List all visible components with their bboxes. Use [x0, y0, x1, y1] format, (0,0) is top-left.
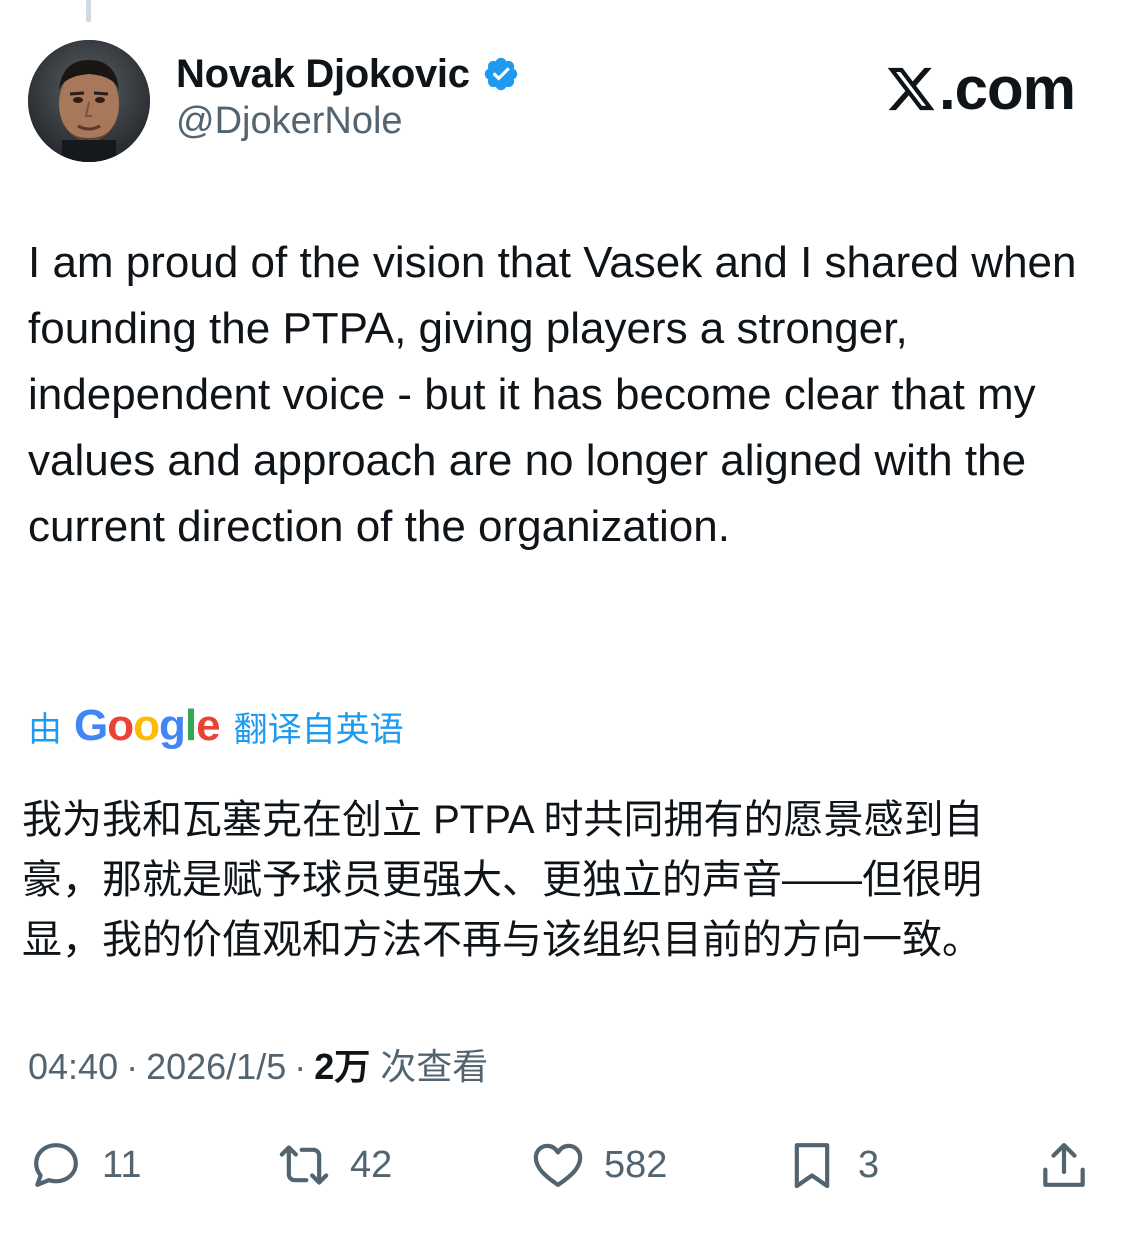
verified-badge-icon: [484, 57, 517, 91]
author-name-row: Novak Djokovic: [176, 48, 520, 100]
reply-icon: [34, 1143, 78, 1187]
reply-button[interactable]: 11: [28, 1130, 141, 1200]
author-display-name[interactable]: Novak Djokovic: [176, 52, 470, 97]
action-bar: 11 42 582 3: [0, 1130, 1125, 1200]
post-date[interactable]: 2026/1/5: [146, 1046, 286, 1088]
author-handle[interactable]: @DjokerNole: [176, 100, 403, 143]
translation-attribution[interactable]: 由 Google 翻译自英语: [28, 700, 404, 752]
x-logo-icon: [887, 67, 935, 110]
repost-button[interactable]: 42: [276, 1130, 392, 1200]
thread-connector-line: [86, 0, 91, 22]
like-count: 582: [604, 1143, 668, 1186]
google-logo: Google: [74, 701, 221, 750]
translation-prefix: 由: [28, 710, 62, 749]
avatar[interactable]: [28, 40, 150, 162]
like-button[interactable]: 582: [530, 1130, 667, 1200]
views-label: 次查看: [380, 1046, 489, 1087]
repost-icon: [279, 1145, 329, 1185]
views-count: 2万: [314, 1046, 371, 1087]
brand-watermark: .com: [885, 54, 1076, 123]
brand-label: .com: [938, 55, 1076, 122]
bookmark-button[interactable]: 3: [784, 1130, 879, 1200]
translated-post-text: 我为我和瓦塞克在创立 PTPA 时共同拥有的愿景感到自豪，那就是赋予球员更强大、…: [22, 798, 984, 962]
bookmark-count: 3: [858, 1143, 880, 1186]
share-button[interactable]: [1036, 1130, 1110, 1200]
post-text: I am proud of the vision that Vasek and …: [28, 238, 1077, 551]
reply-count: 11: [102, 1143, 142, 1186]
repost-count: 42: [350, 1143, 393, 1186]
meta-separator: ·: [294, 1046, 307, 1087]
post-time[interactable]: 04:40: [28, 1046, 118, 1088]
bookmark-icon: [794, 1143, 830, 1189]
share-icon: [1043, 1143, 1085, 1187]
translation-suffix: 翻译自英语: [233, 710, 404, 749]
heart-icon: [533, 1143, 583, 1187]
meta-separator: ·: [126, 1046, 139, 1087]
post-meta: 04:40 · 2026/1/5 · 2万 次查看: [28, 1038, 488, 1090]
avatar-photo: [28, 40, 150, 162]
